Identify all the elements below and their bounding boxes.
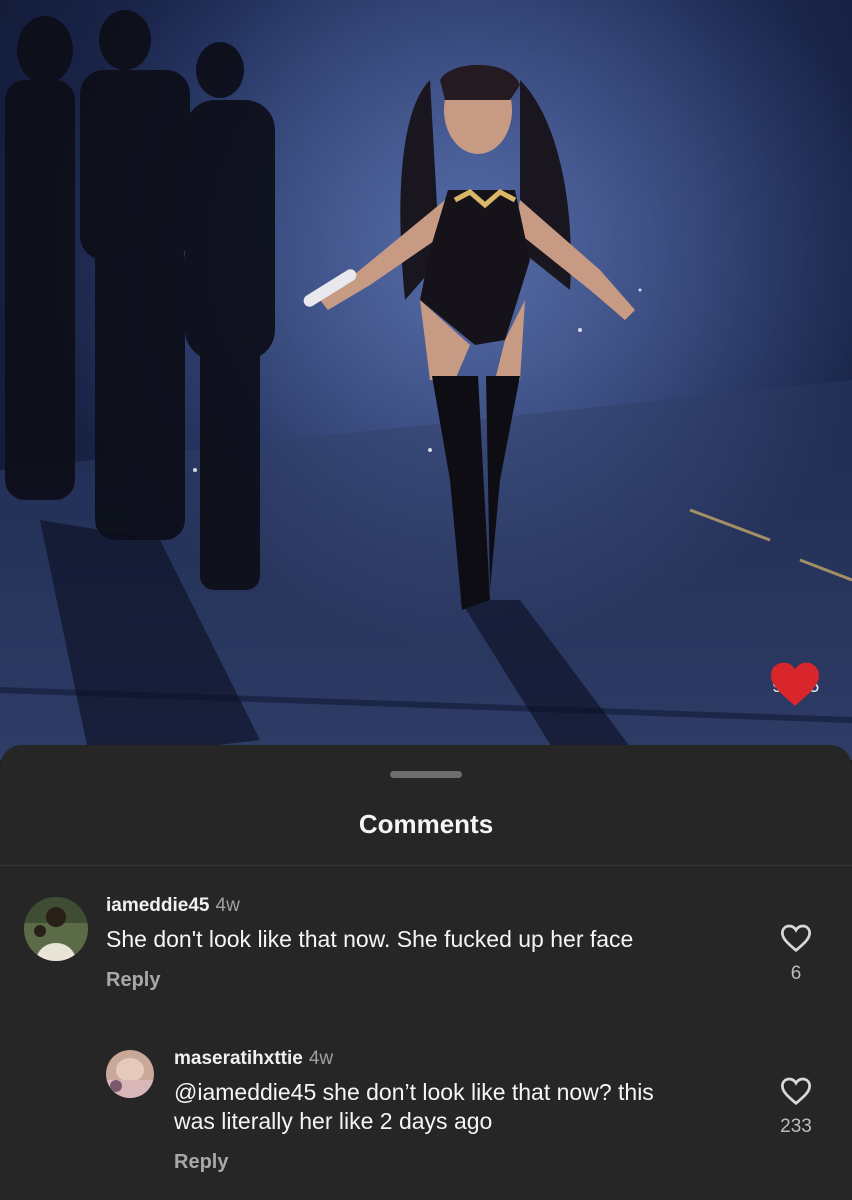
sheet-drag-handle[interactable] [390,771,462,778]
sheet-divider [0,865,852,866]
filled-heart-icon[interactable] [768,660,822,708]
heart-outline-icon[interactable] [779,1076,813,1106]
comment-time: 4w [215,895,240,916]
comment-text: She don't look like that now. She fucked… [106,926,634,952]
comment-meta: maseratihxttie 4w [174,1048,333,1070]
reply-button[interactable]: Reply [106,969,160,992]
comment-text: @iameddie45 she don’t look like that now… [174,1078,654,1136]
avatar[interactable] [106,1050,154,1098]
comment-item: iameddie45 4w She don't look like that no… [0,895,852,1045]
heart-outline-icon[interactable] [779,923,813,953]
comment-meta: iameddie45 4w [106,895,240,917]
comment-username[interactable]: maseratihxttie [174,1048,303,1069]
reply-button[interactable]: Reply [174,1151,228,1174]
comments-sheet: Comments iameddie45 4w She don't look lik… [0,745,852,1200]
comment-like-count: 233 [780,1116,812,1137]
comment-time: 4w [308,1048,334,1069]
comment-reply-item: maseratihxttie 4w @iameddie45 she don’t l… [0,1048,852,1198]
video-player[interactable]: 9,205 [0,0,852,760]
video-like-control[interactable]: 9,205 [768,660,824,706]
comment-username[interactable]: iameddie45 [106,895,210,916]
user-photo [24,897,88,961]
avatar[interactable] [24,897,88,961]
user-photo [106,1050,154,1098]
comment-like[interactable]: 233 [766,1076,826,1138]
sheet-title: Comments [358,809,494,839]
comment-text-line: @iameddie45 she don’t look like that now… [174,1079,654,1105]
comment-text-line: was literally her like 2 days ago [174,1108,493,1134]
concert-stage-image [0,0,852,760]
comment-like-count: 6 [790,963,802,984]
comment-like[interactable]: 6 [766,923,826,985]
